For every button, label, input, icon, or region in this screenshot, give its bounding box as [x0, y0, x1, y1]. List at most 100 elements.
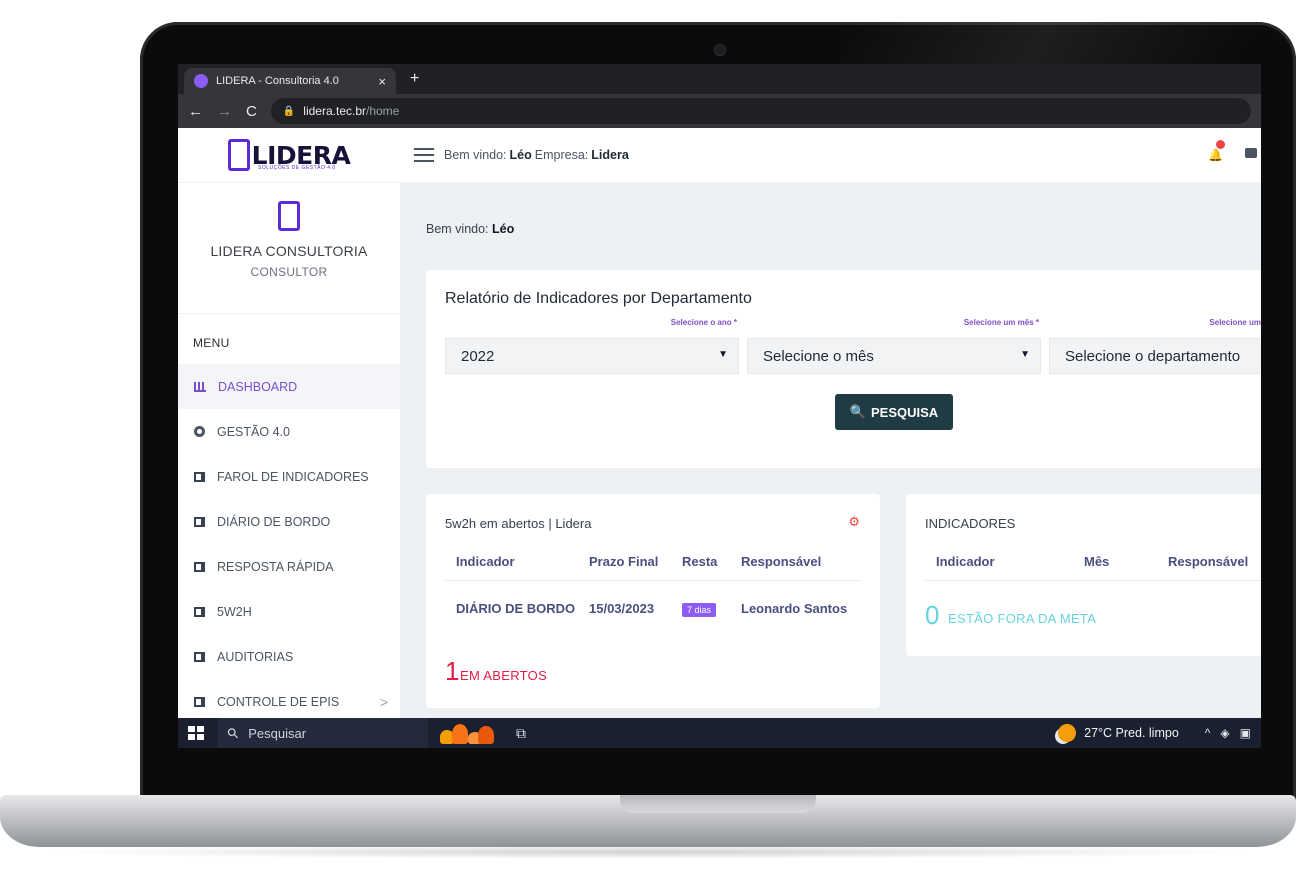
weather-text[interactable]: 27°C Pred. limpo: [1084, 726, 1179, 740]
close-tab-icon[interactable]: ×: [378, 74, 386, 89]
header-welcome-prefix: Bem vindo:: [444, 148, 507, 162]
sidebar-item-label: CONTROLE DE EPIS: [217, 694, 340, 709]
department-select-value: Selecione o departamento: [1065, 347, 1241, 365]
chevron-down-icon: ▼: [718, 349, 728, 360]
lock-icon: 🔒: [282, 105, 296, 117]
browser-tab[interactable]: LIDERA - Consultoria 4.0 ×: [184, 68, 396, 94]
table-divider: [925, 580, 1261, 581]
cell-prazo: 15/03/2023: [589, 601, 655, 616]
search-button[interactable]: 🔍 PESQUISA: [835, 394, 953, 430]
user-profile: LIDERA CONSULTORIA CONSULTOR: [178, 182, 400, 314]
notification-bell-icon[interactable]: 🔔: [1208, 148, 1223, 162]
cell-indicador[interactable]: DIÁRIO DE BORDO: [456, 601, 575, 616]
cell-responsavel: Leonardo Santos: [741, 601, 848, 616]
sidebar-item-label: AUDITORIAS: [217, 649, 294, 664]
off-target-label: ESTÃO FORA DA META: [948, 611, 1097, 626]
department-select[interactable]: Selecione o departamento: [1049, 338, 1261, 374]
search-button-label: PESQUISA: [871, 404, 939, 420]
hamburger-menu-icon[interactable]: [414, 148, 434, 162]
grid-icon: [194, 516, 205, 527]
grid-icon: [194, 651, 205, 662]
welcome-line: Bem vindo: Léo: [426, 222, 514, 236]
5w2h-title: 5w2h em abertos | Lidera: [445, 516, 592, 531]
main-content: Bem vindo: Léo Relatório de Indicadores …: [400, 182, 1261, 718]
circle-icon: [194, 426, 205, 437]
sidebar-item-label: FAROL DE INDICADORES: [217, 469, 369, 484]
sidebar-item-label: DIÁRIO DE BORDO: [217, 514, 331, 529]
sidebar-item-auditorias[interactable]: AUDITORIAS: [178, 634, 400, 679]
taskbar-illustration[interactable]: [440, 722, 496, 744]
open-count: 1: [445, 656, 460, 686]
laptop-screen: LIDERA - Consultoria 4.0 × + ← → C 🔒 lid…: [178, 64, 1261, 748]
chevron-right-icon: >: [379, 693, 388, 710]
speaker-icon[interactable]: ▣: [1240, 726, 1251, 740]
sidebar-item-5w2h[interactable]: 5W2H: [178, 589, 400, 634]
tab-title: LIDERA - Consultoria 4.0: [216, 75, 339, 87]
url-host: lidera.tec.br: [303, 104, 366, 118]
windows-taskbar: ⚲ Pesquisar ⧉ 27°C Pred. limpo ^ ◈ ▣: [178, 718, 1261, 748]
new-tab-button[interactable]: +: [410, 70, 419, 88]
report-card: Relatório de Indicadores por Departament…: [426, 270, 1261, 468]
taskbar-search-placeholder: Pesquisar: [248, 725, 307, 741]
base-shadow: [40, 845, 1256, 859]
month-select[interactable]: Selecione o mês ▼: [747, 338, 1041, 374]
chevron-down-icon: ▼: [1020, 349, 1030, 360]
app-root: LIDERA SOLUÇÕES DE GESTÃO 4.0 LIDERA CON…: [178, 128, 1261, 718]
gears-icon[interactable]: ⚙: [848, 514, 860, 530]
search-icon: ⚲: [223, 723, 243, 742]
year-select[interactable]: 2022 ▼: [445, 338, 739, 374]
system-tray: 27°C Pred. limpo ^ ◈ ▣: [1058, 718, 1261, 748]
sidebar-item-label: GESTÃO 4.0: [217, 424, 290, 439]
year-select-value: 2022: [461, 347, 495, 365]
grid-icon: [194, 471, 205, 482]
webcam: [715, 45, 725, 55]
col-header-mes: Mês: [1084, 554, 1110, 569]
taskbar-search[interactable]: ⚲ Pesquisar: [218, 718, 428, 748]
profile-role: CONSULTOR: [250, 265, 328, 279]
reload-button[interactable]: C: [246, 103, 257, 120]
sidebar-item-resposta[interactable]: RESPOSTA RÁPIDA: [178, 544, 400, 589]
notification-badge: [1216, 140, 1225, 149]
forward-button[interactable]: →: [217, 103, 232, 120]
col-header-responsavel: Responsável: [1168, 554, 1249, 569]
sidebar-item-label: 5W2H: [217, 604, 252, 619]
sidebar-item-dashboard[interactable]: DASHBOARD: [178, 364, 400, 409]
indicators-title: INDICADORES: [925, 516, 1016, 531]
back-button[interactable]: ←: [188, 103, 203, 120]
network-icon[interactable]: ◈: [1220, 726, 1229, 740]
5w2h-card: 5w2h em abertos | Lidera ⚙ Indicador Pra…: [426, 494, 880, 708]
top-header: Bem vindo: Léo Empresa: Lidera 🔔: [400, 128, 1261, 182]
sidebar-item-farol[interactable]: FAROL DE INDICADORES: [178, 454, 400, 499]
table-divider: [445, 580, 861, 581]
col-header-responsavel: Responsável: [741, 554, 822, 569]
sidebar-item-gestao[interactable]: GESTÃO 4.0: [178, 409, 400, 454]
favicon-icon: [194, 74, 208, 88]
url-path: /home: [366, 104, 400, 118]
menu-heading: MENU: [193, 336, 230, 350]
month-label: Selecione um mês *: [963, 318, 1039, 327]
off-target-count: 0: [925, 600, 940, 630]
sidebar-item-diario[interactable]: DIÁRIO DE BORDO: [178, 499, 400, 544]
brand-logo[interactable]: LIDERA SOLUÇÕES DE GESTÃO 4.0: [178, 128, 400, 182]
indicators-card: INDICADORES Indicador Mês Responsável 0 …: [906, 494, 1261, 656]
url-bar[interactable]: 🔒 lidera.tec.br/home: [270, 98, 1251, 124]
profile-name: LIDERA CONSULTORIA: [210, 243, 368, 259]
task-view-icon[interactable]: ⧉: [516, 725, 526, 742]
sidebar-item-label: DASHBOARD: [218, 379, 298, 394]
header-company-name: Lidera: [591, 148, 629, 162]
department-label: Selecione um: [1209, 318, 1261, 327]
search-icon: 🔍: [849, 404, 866, 419]
year-label: Selecione o ano *: [670, 318, 737, 327]
header-user-name: Léo: [509, 148, 532, 162]
month-select-value: Selecione o mês: [763, 347, 874, 365]
welcome-prefix: Bem vindo:: [426, 222, 489, 236]
logo-mark-icon: [227, 139, 250, 171]
days-left-badge: 7 dias: [682, 603, 717, 617]
tray-expand-icon[interactable]: ^: [1205, 726, 1211, 740]
chat-icon[interactable]: [1245, 148, 1257, 158]
address-bar-row: ← → C 🔒 lidera.tec.br/home: [178, 94, 1261, 128]
weather-icon[interactable]: [1058, 724, 1077, 742]
windows-start-icon[interactable]: [188, 726, 204, 740]
brand-tagline: SOLUÇÕES DE GESTÃO 4.0: [258, 165, 336, 171]
grid-icon: [194, 561, 205, 572]
